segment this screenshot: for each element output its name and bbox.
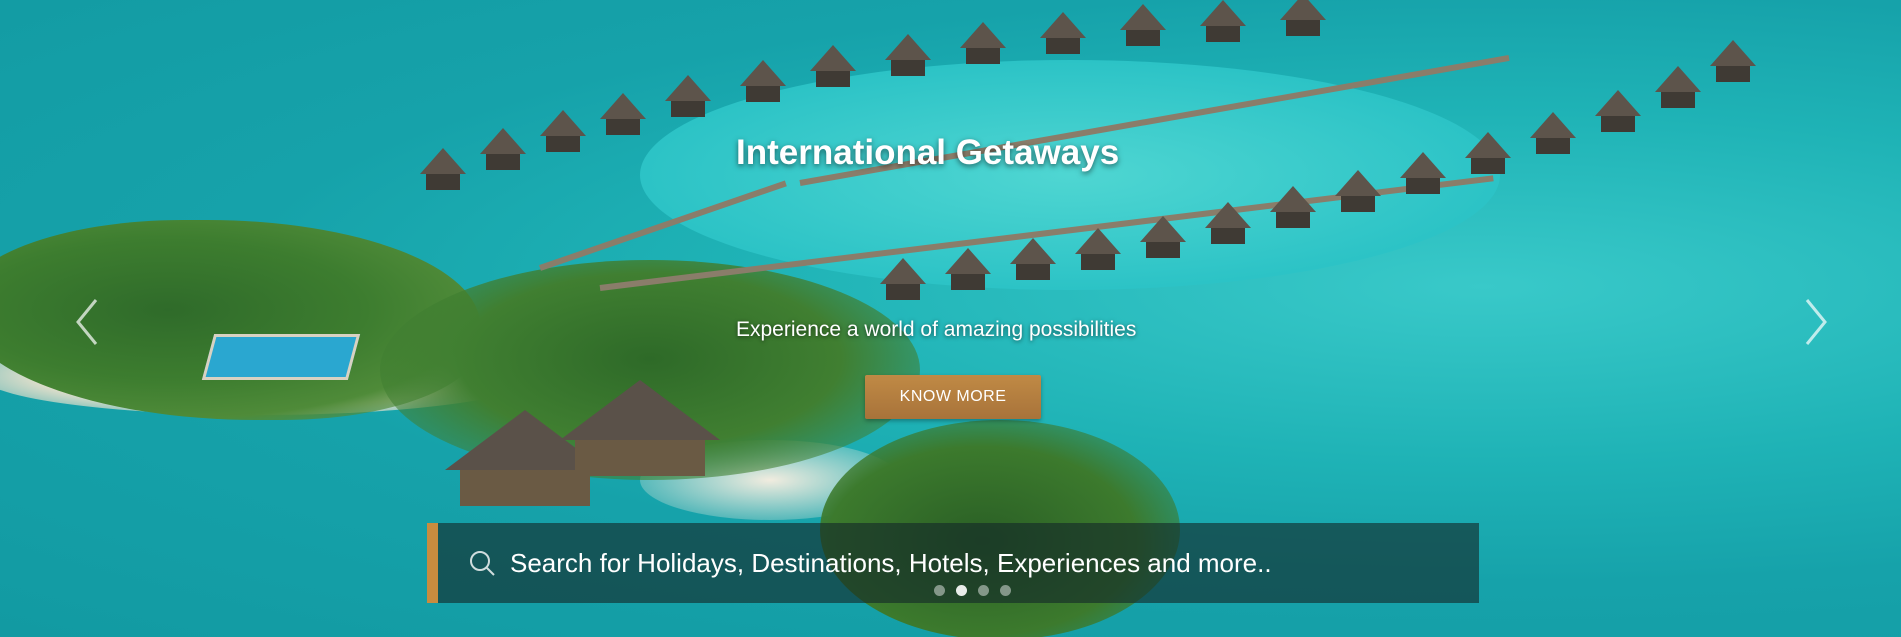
background-villa (1335, 170, 1381, 214)
background-villa (540, 110, 586, 154)
search-accent-bar (427, 523, 438, 603)
know-more-button[interactable]: KNOW MORE (865, 375, 1041, 419)
search-icon (470, 551, 495, 576)
background-villa (420, 148, 466, 192)
background-villa (880, 258, 926, 302)
background-villa (1140, 216, 1186, 260)
background-villa (885, 34, 931, 78)
background-villa (810, 45, 856, 89)
background-villa (665, 75, 711, 119)
background-villa (1200, 0, 1246, 44)
carousel-indicators (934, 585, 1011, 596)
background-villa (1040, 12, 1086, 56)
background-villa (1075, 228, 1121, 272)
background-bungalow (560, 380, 720, 476)
slide-title: International Getaways (736, 133, 1120, 172)
background-pool (201, 334, 361, 380)
background-villa (1010, 238, 1056, 282)
background-villa (1465, 132, 1511, 176)
background-villa (960, 22, 1006, 66)
slide-subtitle: Experience a world of amazing possibilit… (736, 318, 1137, 341)
background-villa (1595, 90, 1641, 134)
background-villa (1710, 40, 1756, 84)
chevron-right-icon (1805, 299, 1827, 345)
hero-slider: International Getaways Experience a worl… (0, 0, 1901, 637)
carousel-dot[interactable] (934, 585, 945, 596)
background-villa (1120, 4, 1166, 48)
chevron-left-icon (76, 299, 98, 345)
carousel-dot[interactable] (978, 585, 989, 596)
background-villa (1530, 112, 1576, 156)
background-villa (740, 60, 786, 104)
background-villa (480, 128, 526, 172)
background-villa (1270, 186, 1316, 230)
background-villa (1280, 0, 1326, 38)
background-villa (1205, 202, 1251, 246)
background-villa (1400, 152, 1446, 196)
carousel-dot-active[interactable] (956, 585, 967, 596)
background-villa (1655, 66, 1701, 110)
background-villa (600, 93, 646, 137)
carousel-dot[interactable] (1000, 585, 1011, 596)
search-input[interactable]: Search for Holidays, Destinations, Hotel… (510, 548, 1272, 579)
background-villa (945, 248, 991, 292)
previous-slide-button[interactable] (68, 292, 108, 352)
next-slide-button[interactable] (1795, 292, 1835, 352)
